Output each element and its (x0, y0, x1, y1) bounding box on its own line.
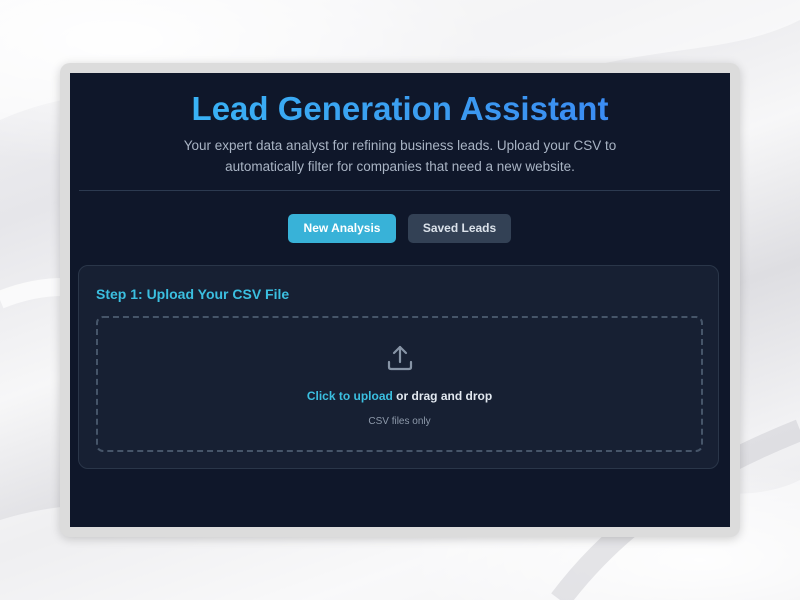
csv-dropzone[interactable]: Click to upload or drag and drop CSV fil… (96, 316, 703, 452)
page-subtitle: Your expert data analyst for refining bu… (183, 138, 617, 174)
window-frame: Lead Generation Assistant Your expert da… (60, 63, 740, 537)
tab-saved-leads[interactable]: Saved Leads (408, 214, 511, 243)
app-window: Lead Generation Assistant Your expert da… (70, 73, 730, 527)
drag-drop-text: or drag and drop (392, 389, 493, 403)
upload-icon (387, 345, 413, 371)
tab-new-analysis[interactable]: New Analysis (288, 214, 396, 243)
page-title: Lead Generation Assistant (70, 89, 730, 129)
header-divider (79, 190, 720, 191)
upload-card: Step 1: Upload Your CSV File Click to up… (78, 265, 719, 469)
upload-step-title: Step 1: Upload Your CSV File (96, 286, 290, 302)
file-type-hint: CSV files only (368, 416, 431, 427)
click-to-upload-link[interactable]: Click to upload (307, 389, 393, 403)
upload-instructions: Click to upload or drag and drop (98, 388, 701, 404)
